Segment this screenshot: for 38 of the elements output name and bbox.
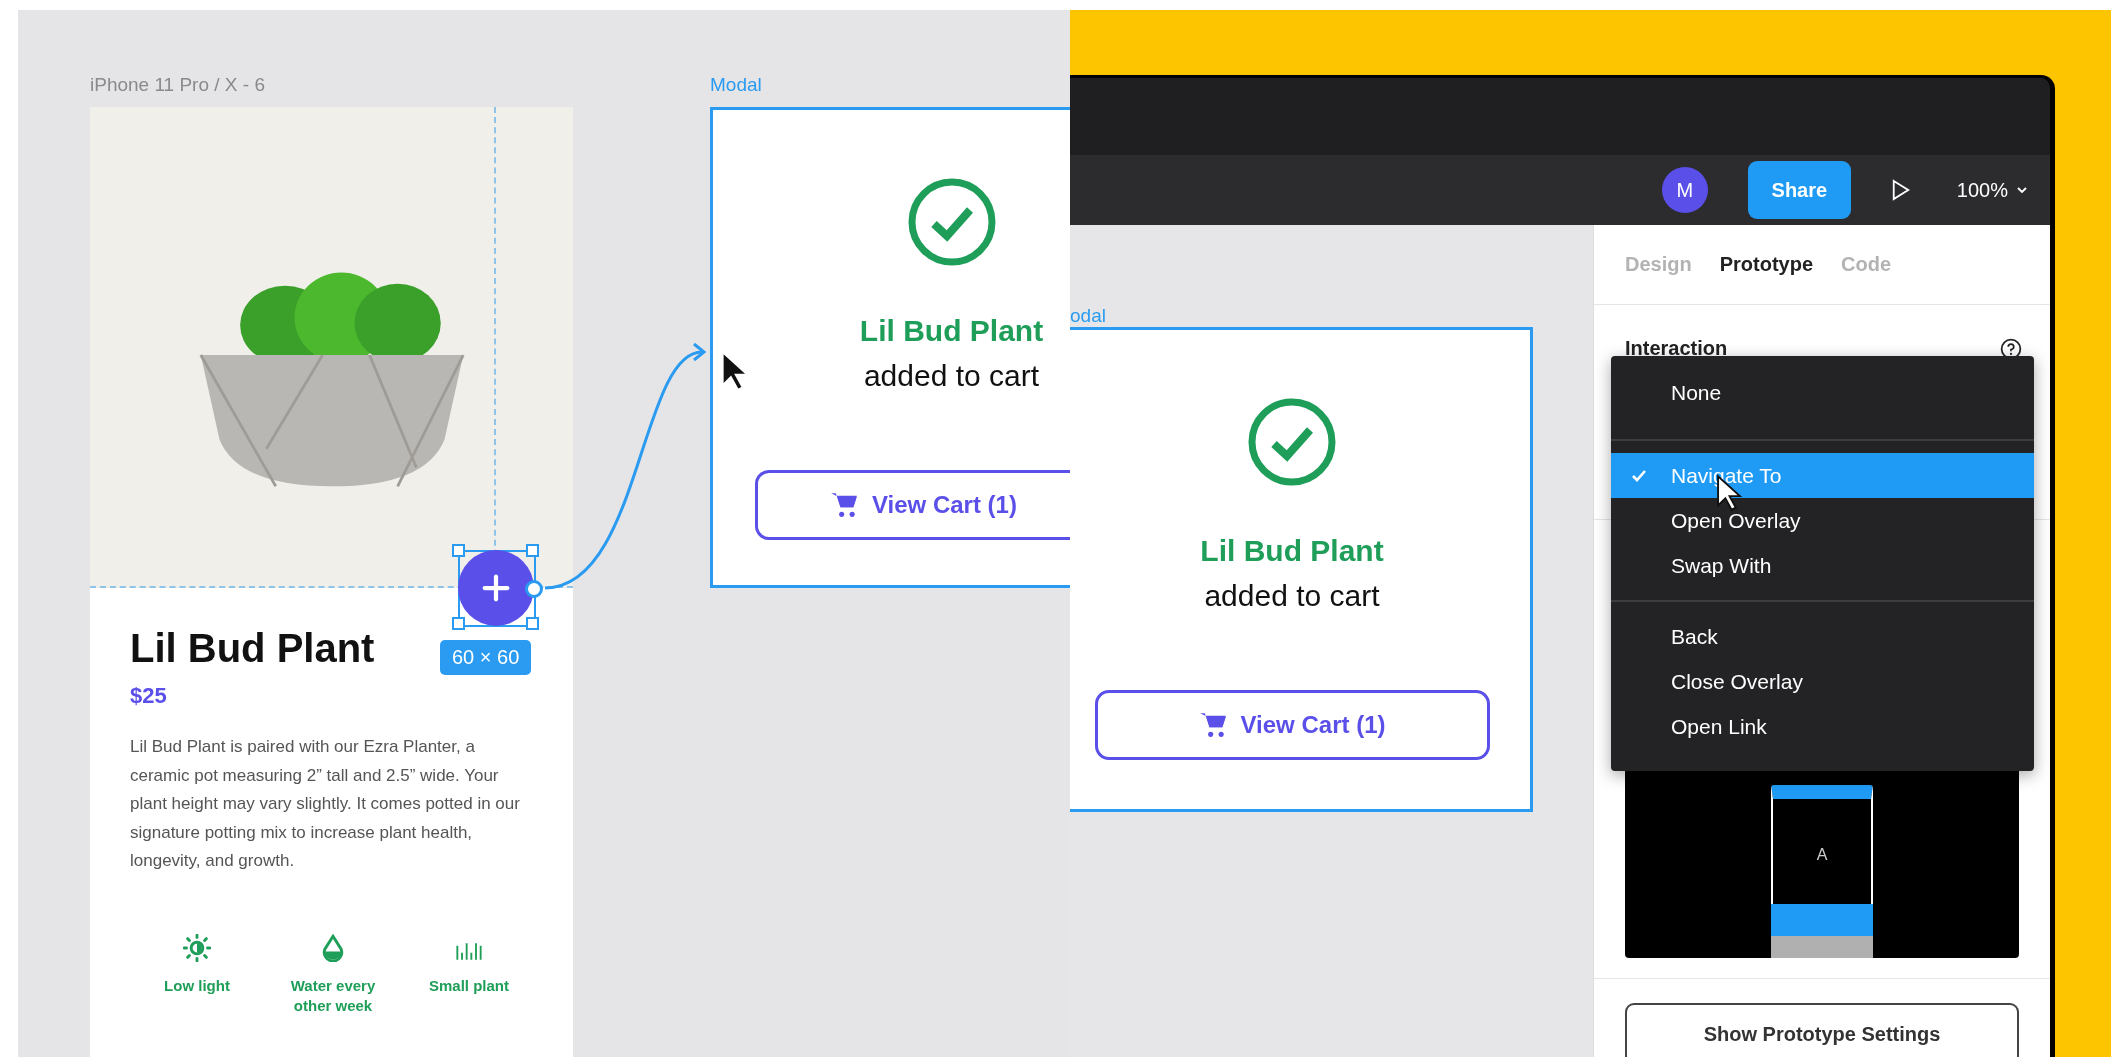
menu-item[interactable]: Open Overlay — [1611, 498, 2034, 543]
feature-label: Low light — [164, 975, 230, 996]
product-price: $25 — [130, 683, 168, 709]
view-cart-button[interactable]: View Cart (1) — [755, 470, 1070, 540]
feature-label: Water every other week — [289, 975, 377, 1016]
menu-item[interactable]: None — [1611, 370, 2034, 415]
resize-handle[interactable] — [452, 617, 465, 630]
share-button[interactable]: Share — [1747, 161, 1851, 219]
product-title: Lil Bud Plant — [130, 626, 375, 671]
sun-icon — [183, 933, 211, 962]
size-badge: 60 × 60 — [440, 640, 532, 675]
modal-subtitle: added to cart — [863, 358, 1040, 394]
avatar[interactable]: M — [1661, 167, 1708, 213]
view-cart-button[interactable]: View Cart (1) — [1094, 690, 1490, 760]
play-icon[interactable] — [1890, 179, 1911, 201]
checkmark-icon — [1631, 468, 1647, 483]
screen-label: A — [1816, 846, 1828, 864]
modal-subtitle: added to cart — [1204, 578, 1380, 614]
check-circle-icon — [906, 177, 997, 267]
menu-item[interactable]: Swap With — [1611, 543, 2034, 588]
menu-item[interactable]: Back — [1611, 614, 2034, 659]
modal-title: Lil Bud Plant — [1200, 533, 1384, 569]
resize-handle[interactable] — [526, 617, 539, 630]
modal-title: Lil Bud Plant — [859, 313, 1044, 349]
section-title: Interaction — [1625, 337, 1728, 360]
feature-label: Small plant — [429, 975, 509, 996]
panel-tab[interactable]: Prototype — [1719, 253, 1814, 276]
settings-button[interactable]: Show Prototype Settings — [1625, 1003, 2019, 1057]
resize-handle[interactable] — [526, 544, 539, 557]
resize-handle[interactable] — [452, 544, 465, 557]
product-description: Lil Bud Plant is paired with our Ezra Planter, a ceramic pot measuring 2” tall and 2.5” wide. Your plant height may vary slightly. It comes potted in our signature potting mix to increase plant health, longevity, and growth. — [130, 736, 521, 872]
cart-icon — [1198, 711, 1227, 739]
menu-item[interactable]: Close Overlay — [1611, 659, 2034, 704]
check-circle-icon — [1247, 397, 1337, 487]
chevron-down-icon — [2016, 184, 2028, 196]
cart-icon — [830, 491, 858, 519]
zoom-dropdown[interactable]: 100% — [1956, 178, 2028, 202]
menu-item[interactable]: Open Link — [1611, 704, 2034, 749]
